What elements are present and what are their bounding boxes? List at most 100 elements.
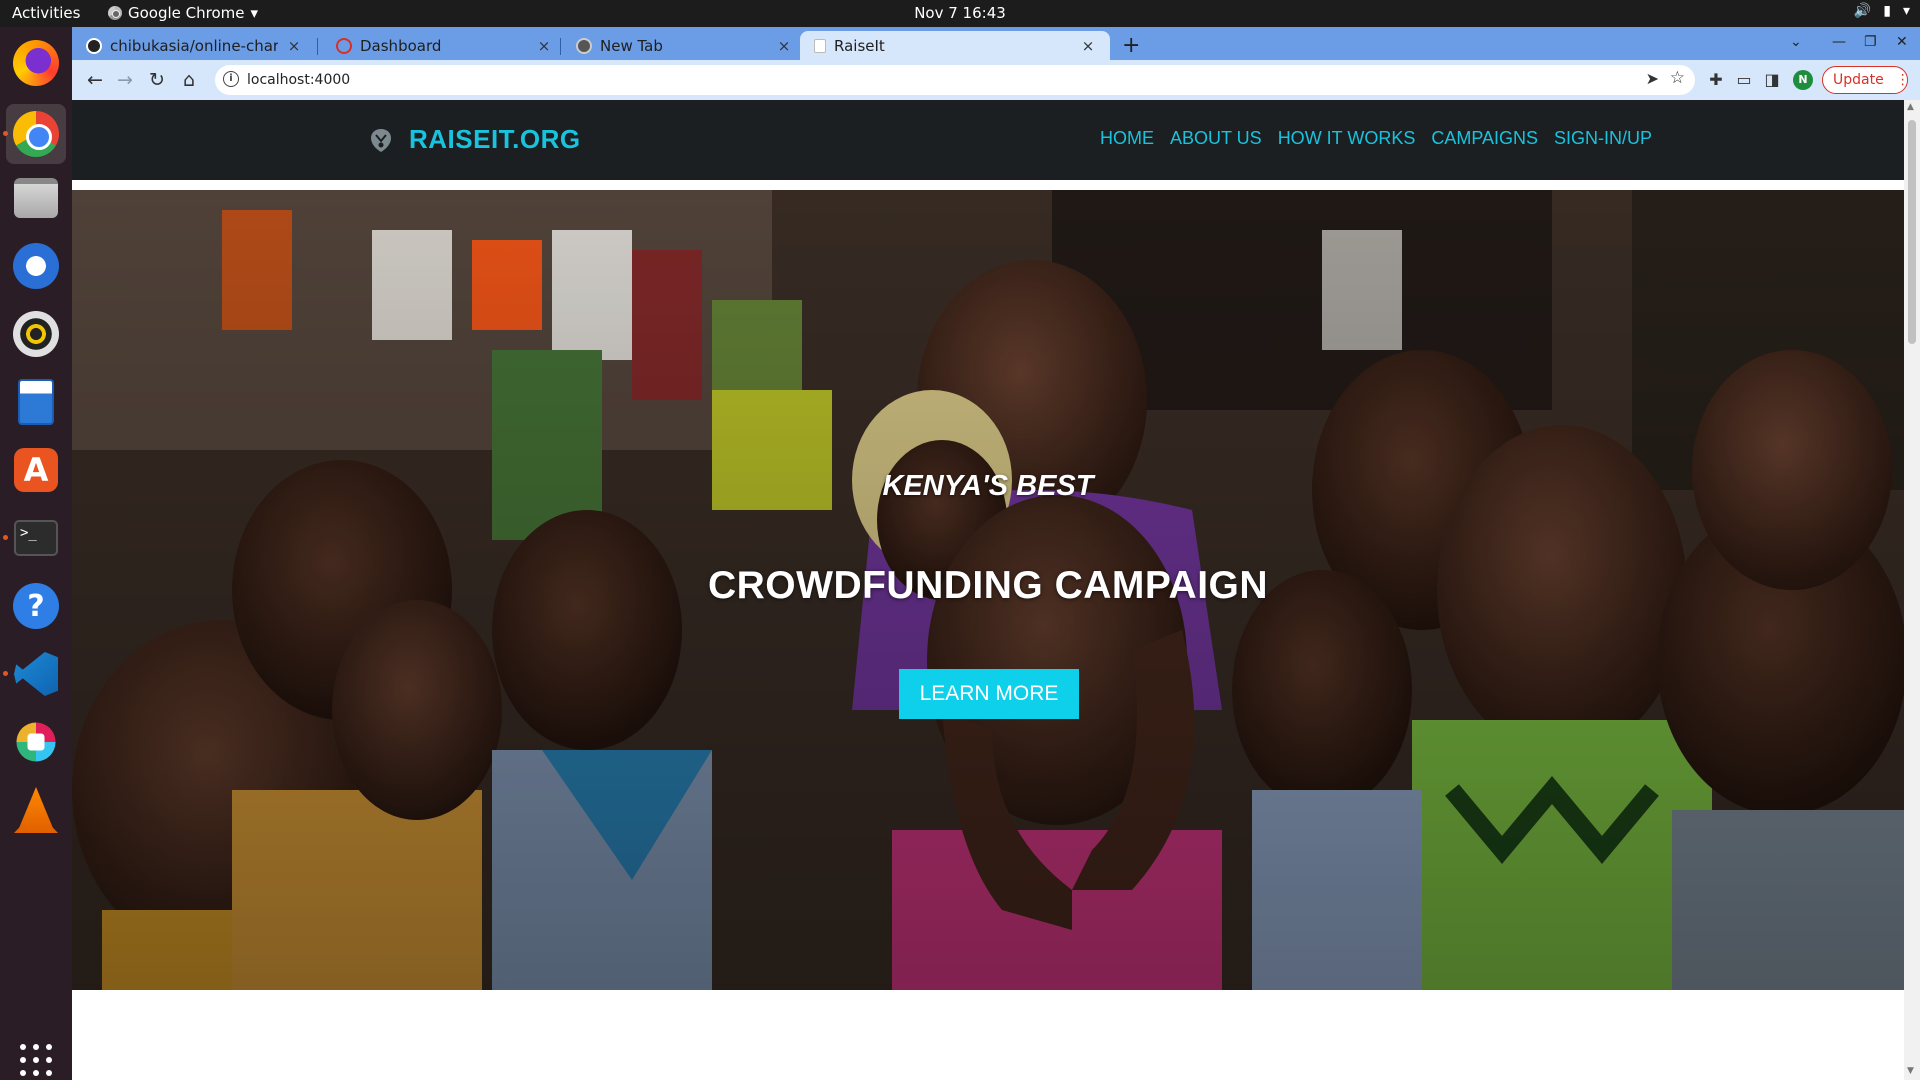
new-tab-button[interactable]: + <box>1122 33 1140 58</box>
dock-firefox[interactable] <box>6 33 66 93</box>
hero-title: CROWDFUNDING CAMPAIGN <box>707 564 1269 607</box>
app-menu[interactable]: Google Chrome ▾ <box>108 4 258 22</box>
site-brand[interactable]: RAISEIT.ORG <box>409 124 581 155</box>
tab-dashboard[interactable]: Dashboard × <box>322 31 557 60</box>
tab-new-tab[interactable]: New Tab × <box>562 31 797 60</box>
tab-raiseit[interactable]: RaiseIt × <box>800 31 1110 60</box>
send-to-device-icon[interactable]: ➤ <box>1646 69 1659 88</box>
firefox-icon <box>13 40 59 86</box>
profile-avatar[interactable]: N <box>1793 70 1813 90</box>
main-nav: HOME ABOUT US HOW IT WORKS CAMPAIGNS SIG… <box>1100 128 1668 149</box>
dock-files[interactable] <box>6 168 66 228</box>
scrollbar-thumb[interactable] <box>1908 120 1916 344</box>
files-icon <box>14 178 58 218</box>
thunderbird-icon <box>13 243 59 289</box>
dock-slack[interactable] <box>6 712 66 772</box>
ubuntu-software-icon: A <box>14 448 58 492</box>
nav-about-us[interactable]: ABOUT US <box>1170 128 1262 149</box>
minimize-icon[interactable]: — <box>1832 34 1846 50</box>
site-header: RAISEIT.ORG HOME ABOUT US HOW IT WORKS C… <box>72 100 1904 180</box>
battery-icon: ▮ <box>1883 3 1891 19</box>
close-icon[interactable]: × <box>536 37 552 55</box>
scroll-down-icon[interactable]: ▼ <box>1907 1066 1914 1076</box>
cast-icon[interactable]: ▭ <box>1733 69 1755 91</box>
chrome-icon <box>13 111 59 157</box>
site-info-icon[interactable]: i <box>223 71 239 87</box>
close-icon[interactable]: × <box>776 37 792 55</box>
hero-banner: KENYA'S BEST CROWDFUNDING CAMPAIGN LEARN… <box>72 190 1904 990</box>
tab-search-icon[interactable]: ⌄ <box>1790 34 1802 50</box>
url-input[interactable] <box>247 69 1547 91</box>
clock[interactable]: Nov 7 16:43 <box>914 4 1006 22</box>
system-top-bar: Activities Google Chrome ▾ Nov 7 16:43 🔊… <box>0 0 1920 27</box>
chrome-icon <box>108 6 122 20</box>
tab-title: New Tab <box>600 36 663 55</box>
dock-vlc[interactable] <box>6 780 66 840</box>
hero-subtitle: KENYA'S BEST <box>882 470 1094 502</box>
volume-icon: 🔊 <box>1853 3 1872 19</box>
running-indicator <box>3 131 8 136</box>
browser-toolbar: ← → ↻ ⌂ i ➤ ☆ ✚ ▭ ◨ N Update ⋮ <box>72 60 1920 100</box>
dock-thunderbird[interactable] <box>6 236 66 296</box>
vscode-icon <box>14 652 58 696</box>
dock-terminal[interactable]: >_ <box>3 508 66 568</box>
extensions-icon[interactable]: ✚ <box>1705 69 1727 91</box>
nav-home[interactable]: HOME <box>1100 128 1154 149</box>
learn-more-button[interactable]: LEARN MORE <box>899 669 1079 719</box>
nav-sign-in-up[interactable]: SIGN-IN/UP <box>1554 128 1652 149</box>
rhythmbox-icon <box>13 311 59 357</box>
nav-how-it-works[interactable]: HOW IT WORKS <box>1278 128 1416 149</box>
help-icon: ? <box>13 583 59 629</box>
tab-separator <box>560 38 561 55</box>
dock-vscode[interactable] <box>3 644 66 704</box>
nav-campaigns[interactable]: CAMPAIGNS <box>1431 128 1538 149</box>
bookmark-star-icon[interactable]: ☆ <box>1670 68 1685 88</box>
dock-software[interactable]: A <box>6 440 66 500</box>
running-indicator <box>3 671 8 676</box>
scroll-up-icon[interactable]: ▲ <box>1907 102 1914 112</box>
page-icon <box>814 38 826 53</box>
tab-separator <box>317 38 318 55</box>
activities-button[interactable]: Activities <box>12 4 80 22</box>
side-panel-icon[interactable]: ◨ <box>1761 69 1783 91</box>
close-icon[interactable]: × <box>286 37 302 55</box>
restore-icon[interactable]: ❐ <box>1864 34 1877 50</box>
chevron-down-icon: ▾ <box>250 4 259 22</box>
raiseit-logo-icon[interactable] <box>368 126 394 154</box>
update-button[interactable]: Update ⋮ <box>1822 66 1910 94</box>
dock-chrome[interactable] <box>3 104 66 164</box>
chevron-down-icon: ▾ <box>1902 3 1910 19</box>
loading-icon <box>336 37 352 54</box>
libreoffice-writer-icon <box>18 379 54 425</box>
more-icon: ⋮ <box>1895 72 1910 88</box>
close-icon[interactable]: × <box>1080 37 1096 55</box>
window-close-icon[interactable]: ✕ <box>1896 34 1908 50</box>
dock-help[interactable]: ? <box>6 576 66 636</box>
tab-title: Dashboard <box>360 36 442 55</box>
address-bar[interactable]: i ➤ ☆ <box>215 65 1695 95</box>
tab-github[interactable]: chibukasia/online-charity × <box>72 31 312 60</box>
forward-icon[interactable]: → <box>112 67 138 93</box>
tab-strip: chibukasia/online-charity × Dashboard × … <box>72 27 1920 60</box>
header-divider <box>72 180 1904 190</box>
vlc-icon <box>14 787 58 833</box>
system-tray[interactable]: 🔊 ▮ ▾ <box>1854 3 1910 19</box>
github-icon <box>86 37 102 54</box>
slack-icon <box>16 722 56 762</box>
dock-writer[interactable] <box>6 372 66 432</box>
tab-title: RaiseIt <box>834 36 885 55</box>
update-label: Update <box>1833 72 1884 88</box>
reload-icon[interactable]: ↻ <box>144 67 170 93</box>
app-menu-label: Google Chrome <box>128 4 245 22</box>
home-icon[interactable]: ⌂ <box>176 67 202 93</box>
terminal-icon: >_ <box>14 520 58 556</box>
page-viewport: RAISEIT.ORG HOME ABOUT US HOW IT WORKS C… <box>72 100 1904 1080</box>
show-applications-icon[interactable] <box>20 1044 52 1076</box>
tab-title: chibukasia/online-charity <box>110 36 278 55</box>
back-icon[interactable]: ← <box>82 67 108 93</box>
dock: A >_ ? <box>0 27 72 1080</box>
page-scrollbar[interactable]: ▲ ▼ <box>1904 100 1920 1080</box>
dock-rhythmbox[interactable] <box>6 304 66 364</box>
running-indicator <box>3 535 8 540</box>
chrome-icon <box>576 37 592 54</box>
